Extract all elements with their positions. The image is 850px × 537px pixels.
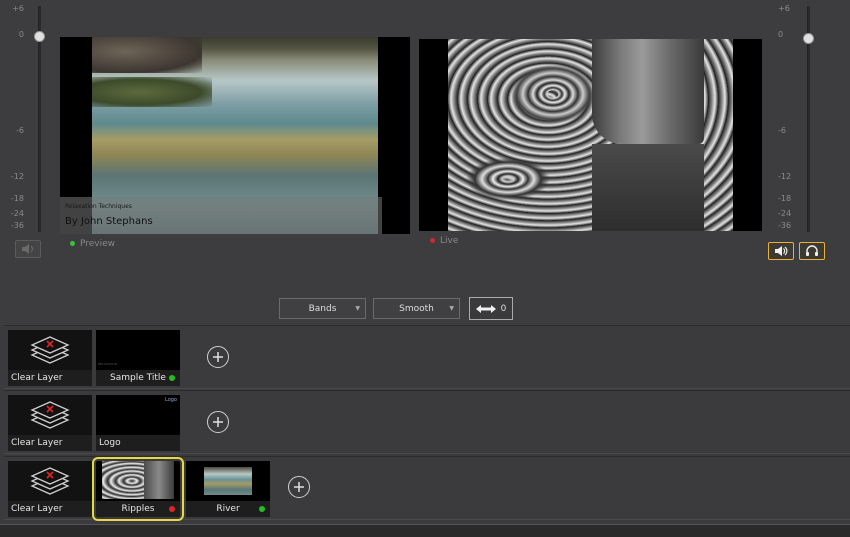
- preview-moss: [92, 77, 212, 107]
- clear-layer-button[interactable]: Clear Layer: [8, 395, 92, 451]
- bands-dropdown[interactable]: Bands ▼: [279, 298, 366, 319]
- media-item-label: Logo: [96, 435, 180, 451]
- meter-tick: -36: [10, 221, 24, 230]
- speaker-icon: [775, 246, 788, 256]
- plus-icon: [213, 352, 223, 362]
- double-arrow-icon: [475, 304, 496, 313]
- preview-rock: [92, 37, 202, 73]
- clear-layer-label: Clear Layer: [8, 501, 92, 517]
- preview-status: Preview: [70, 239, 115, 249]
- meter-tick: -6: [778, 126, 786, 135]
- status-dot: [169, 506, 175, 512]
- add-media-button[interactable]: [288, 476, 310, 498]
- title-overlay-subtitle: Relaxation Techniques: [65, 203, 132, 210]
- meter-tick: 0: [778, 30, 784, 39]
- live-status-label: Live: [440, 236, 459, 246]
- title-overlay-heading: By John Stephans: [65, 216, 153, 227]
- right-volume-knob[interactable]: [803, 33, 814, 44]
- bottom-bar: [0, 524, 850, 537]
- smooth-dropdown[interactable]: Smooth ▼: [373, 298, 460, 319]
- live-video: [419, 39, 762, 231]
- meter-tick: +6: [12, 4, 24, 13]
- media-item-logo[interactable]: Logo Logo: [96, 395, 180, 451]
- meter-tick: -24: [778, 209, 792, 218]
- media-item-label: Ripples: [96, 501, 180, 517]
- meter-tick: -12: [778, 172, 792, 181]
- chevron-down-icon: ▼: [449, 305, 454, 312]
- clear-layer-label: Clear Layer: [8, 435, 92, 451]
- layer-row: Clear Layer Logo Logo: [4, 390, 850, 454]
- meter-tick: -12: [10, 172, 24, 181]
- preview-video: Relaxation Techniques By John Stephans: [60, 37, 410, 234]
- clear-layer-button[interactable]: Clear Layer: [8, 461, 92, 517]
- speaker-muted-icon: [22, 244, 33, 254]
- live-status: Live: [430, 236, 458, 246]
- preview-mute-button[interactable]: [15, 240, 41, 258]
- media-item-river[interactable]: River: [186, 461, 270, 517]
- logo-mark: Logo: [165, 397, 177, 403]
- meter-tick: -24: [10, 209, 24, 218]
- media-item-sample-title[interactable]: RELAXATION Sample Title: [96, 330, 180, 386]
- preview-status-label: Preview: [80, 239, 116, 249]
- status-dot: [259, 506, 265, 512]
- left-volume-knob[interactable]: [34, 31, 45, 42]
- layer-row: Clear Layer Ripples River: [4, 456, 850, 521]
- headphones-icon: [806, 245, 818, 256]
- live-reflection: [592, 144, 704, 231]
- add-media-button[interactable]: [207, 411, 229, 433]
- live-status-dot: [430, 238, 435, 243]
- layers-clear-icon: [30, 336, 70, 364]
- media-item-label: Sample Title: [96, 370, 180, 386]
- plus-icon: [213, 417, 223, 427]
- chevron-down-icon: ▼: [355, 305, 360, 312]
- river-thumbnail: [204, 467, 252, 495]
- clear-layer-label: Clear Layer: [8, 370, 92, 386]
- thumb-caption: RELAXATION: [98, 362, 117, 366]
- preview-status-dot: [70, 241, 75, 246]
- meter-tick: -18: [10, 194, 24, 203]
- app-window: +6 0 -6 -12 -18 -24 -36 Relaxation Techn…: [0, 0, 850, 537]
- clear-layer-button[interactable]: Clear Layer: [8, 330, 92, 386]
- live-audio-button[interactable]: [768, 242, 794, 260]
- meter-tick: +6: [778, 4, 790, 13]
- layer-row: Clear Layer RELAXATION Sample Title: [4, 325, 850, 389]
- plus-icon: [294, 482, 304, 492]
- ripples-pillar: [144, 461, 174, 499]
- transition-value: 0: [500, 303, 507, 314]
- media-item-ripples[interactable]: Ripples: [92, 457, 184, 521]
- layers-clear-icon: [30, 467, 70, 495]
- headphones-button[interactable]: [799, 242, 825, 260]
- layers-clear-icon: [30, 401, 70, 429]
- add-media-button[interactable]: [207, 346, 229, 368]
- transition-button[interactable]: 0: [469, 297, 513, 320]
- live-pillar: [592, 39, 704, 144]
- meter-tick: -6: [16, 126, 24, 135]
- meter-tick: 0: [18, 30, 24, 39]
- meter-tick: -36: [778, 221, 792, 230]
- smooth-dropdown-label: Smooth: [399, 303, 434, 314]
- monitor-panel: +6 0 -6 -12 -18 -24 -36 Relaxation Techn…: [0, 0, 850, 325]
- meter-tick: -18: [778, 194, 792, 203]
- status-dot: [169, 375, 175, 381]
- bands-dropdown-label: Bands: [308, 303, 337, 314]
- media-item-label: River: [186, 501, 270, 517]
